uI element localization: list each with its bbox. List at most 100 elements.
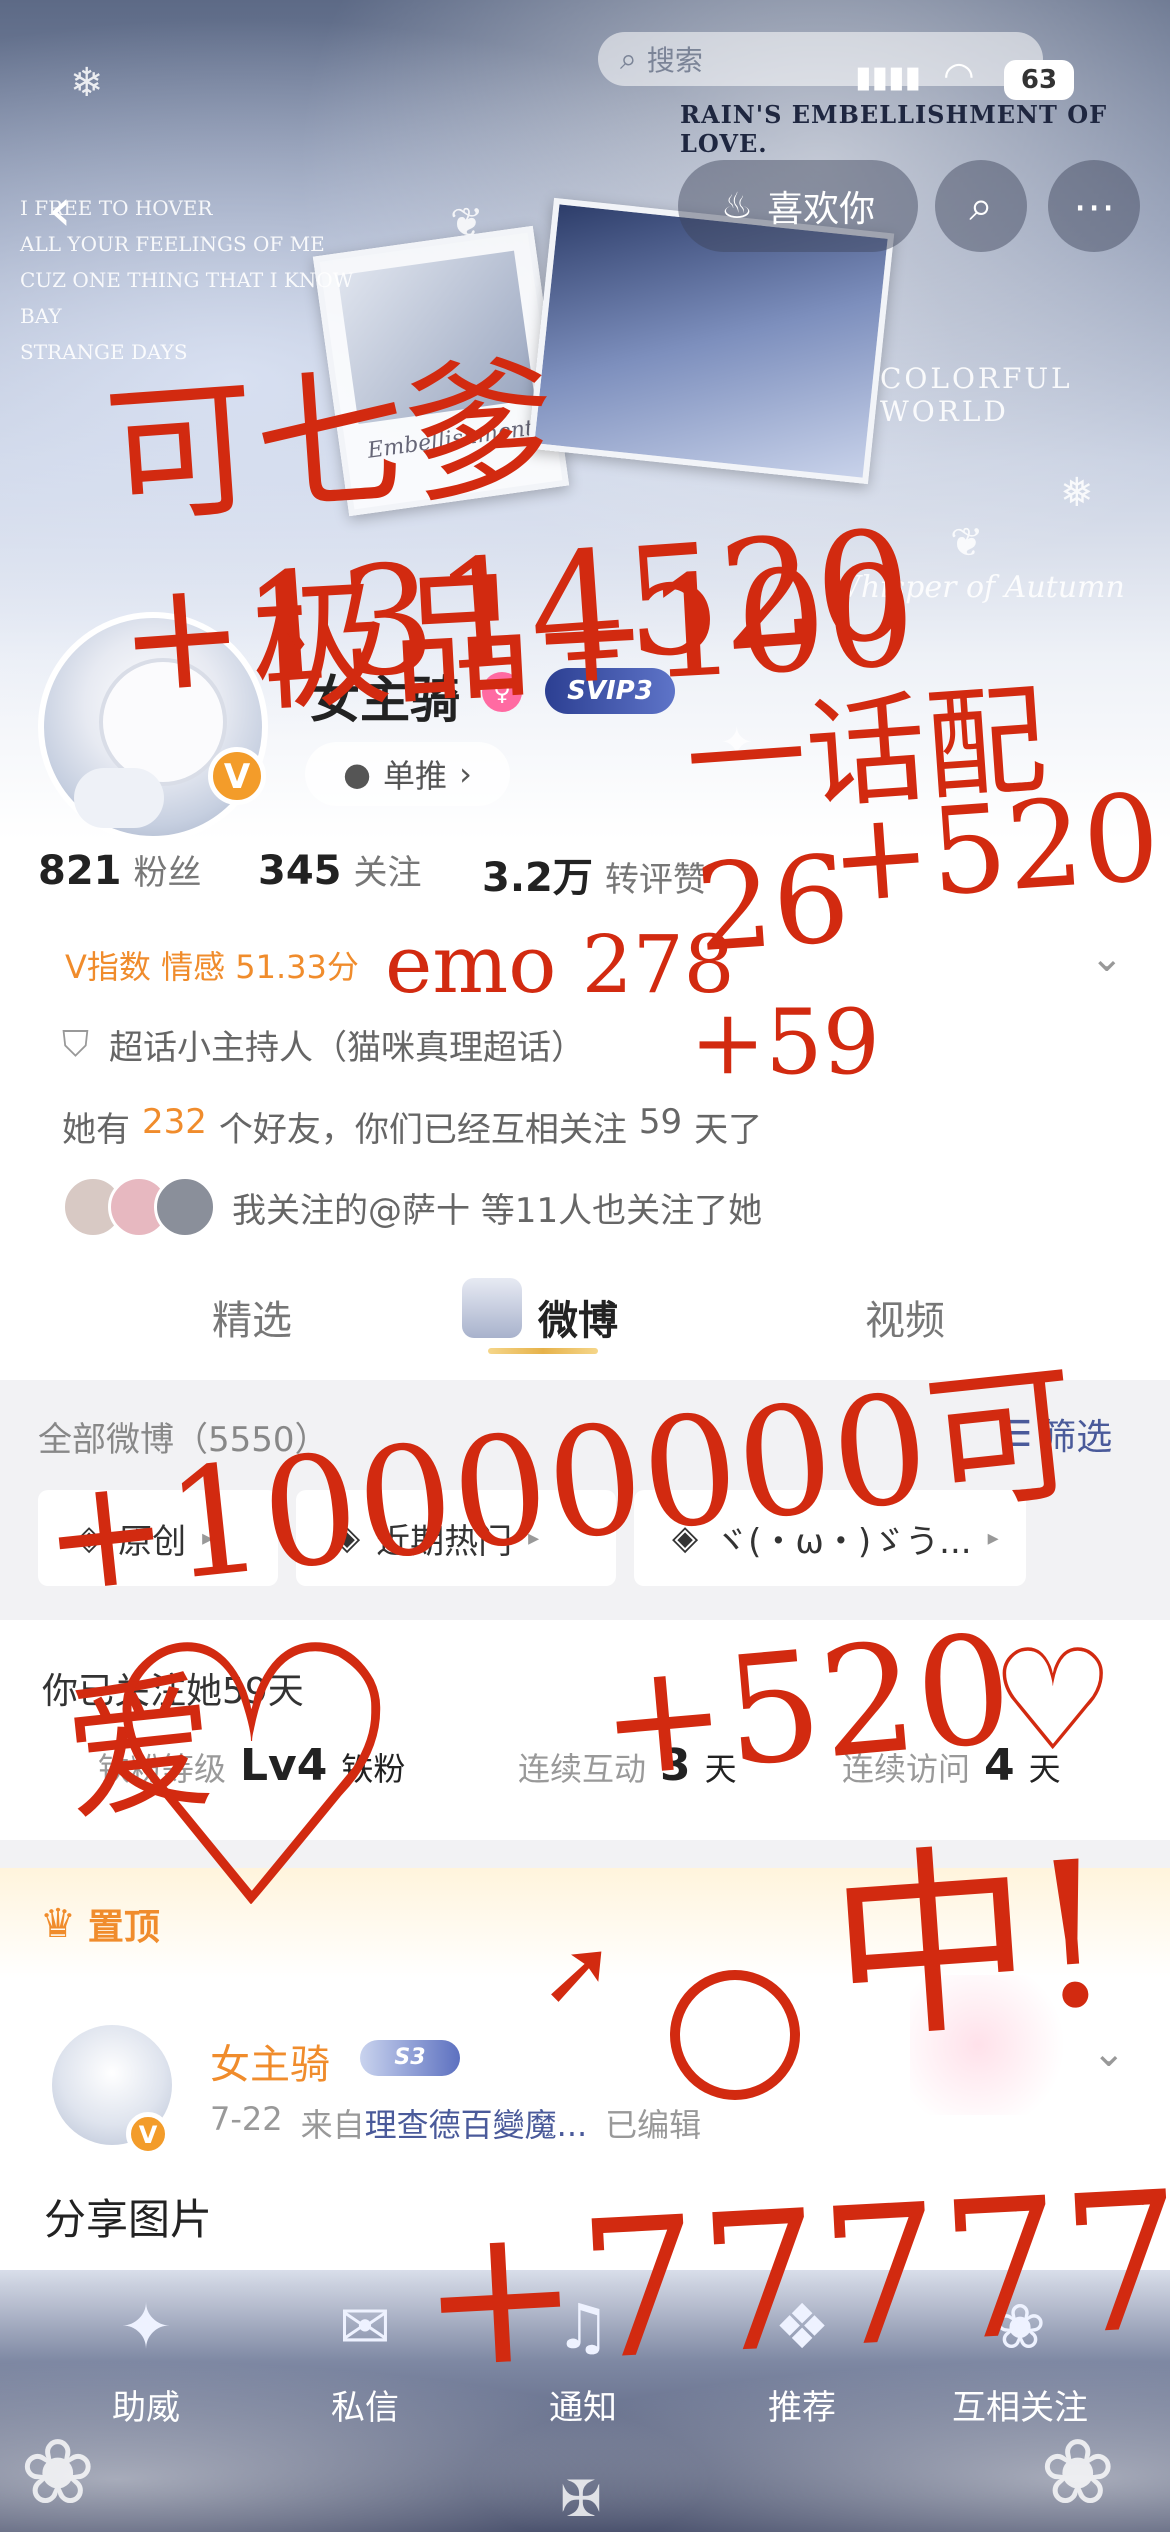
likes-label: 转评赞 <box>604 860 707 900</box>
search-icon: ⌕ <box>620 41 637 77</box>
pinned-label: 置顶 <box>87 1907 160 1948</box>
rose-icon: ❀ <box>20 2420 96 2525</box>
recommend-button[interactable]: 推荐 <box>712 2380 892 2429</box>
snowflake-icon: ❄ <box>70 60 104 106</box>
circle-doodle-icon <box>670 1970 800 2100</box>
back-icon[interactable]: ‹ <box>20 170 100 250</box>
message-button[interactable]: 私信 <box>275 2380 455 2429</box>
caret-right-icon: ▸ <box>987 1525 999 1551</box>
tab-weibo[interactable]: 微博 <box>538 1288 618 1346</box>
filter-chip-hot[interactable]: ◈ 近期热门 ▸ <box>296 1490 616 1586</box>
post-edited: 已编辑 <box>605 2106 702 2144</box>
filter-chip-label: ヾ(・ω・)ゞう... <box>714 1521 972 1562</box>
filter-chip-custom[interactable]: ◈ ヾ(・ω・)ゞう... ▸ <box>634 1490 1026 1586</box>
stat-following[interactable]: 345 关注 <box>258 845 422 894</box>
active-tab-indicator <box>488 1348 598 1354</box>
interaction-label: 连续互动 <box>518 1750 647 1788</box>
chevron-down-icon[interactable]: ⌄ <box>1090 935 1124 981</box>
bow-icon: ❀ <box>994 2290 1046 2363</box>
visit-label: 连续访问 <box>842 1750 971 1788</box>
profile-username: 女主骑 <box>310 671 460 729</box>
filter-button[interactable]: ☰ 筛选 <box>1000 1408 1112 1460</box>
gift-icon: ❖ <box>774 2290 830 2363</box>
like-button[interactable]: ♨ 喜欢你 <box>678 160 918 252</box>
fan-level-label: 铁粉等级 <box>98 1750 227 1788</box>
handwritten-note: emo 278 <box>385 918 735 1011</box>
avatar-bear <box>74 768 164 828</box>
caret-right-icon: ▸ <box>528 1525 540 1551</box>
fan-level-unit: 铁粉 <box>341 1750 406 1788</box>
likes-count: 3.2万 <box>482 855 593 901</box>
more-icon[interactable]: ⋯ <box>1048 160 1140 252</box>
verified-badge-icon: V <box>208 747 266 805</box>
stat-likes[interactable]: 3.2万 转评赞 <box>482 845 707 903</box>
friends-row: 她有 232 个好友，你们已经互相关注 59 天了 <box>62 1102 762 1151</box>
butterfly-icon: ❦ <box>450 200 484 246</box>
envelope-icon: ✉ <box>339 2290 391 2363</box>
following-label: 关注 <box>353 853 422 893</box>
layers-icon: ◈ <box>76 1518 103 1558</box>
layers-icon: ◈ <box>672 1518 699 1558</box>
mutual-unit: 天了 <box>694 1110 763 1150</box>
banner-headline: RAIN'S EMBELLISHMENT OF LOVE. <box>680 100 1108 158</box>
fan-card[interactable]: 你已关注她59天 铁粉等级 Lv4 铁粉 连续互动 3 天 连续访问 4 天 <box>0 1620 1170 1840</box>
search-box[interactable]: ⌕ 搜索 <box>598 32 1043 86</box>
sparkle-icon: ✦ <box>720 720 754 766</box>
mutual-avatars[interactable]: 我关注的@萨十 等11人也关注了她 <box>62 1176 762 1238</box>
filter-chip-original[interactable]: ◈ 原创 ▸ <box>38 1490 278 1586</box>
filter-chip-label: 近期热门 <box>376 1521 513 1562</box>
weibo-tab-icon <box>462 1278 522 1338</box>
post-author[interactable]: 女主骑 <box>210 2032 330 2090</box>
tab-video[interactable]: 视频 <box>865 1288 945 1346</box>
post-date: 7-22 <box>210 2100 283 2138</box>
tab-featured[interactable]: 精选 <box>212 1288 292 1346</box>
star-icon: ✦ <box>120 2290 172 2363</box>
followers-label: 粉丝 <box>133 853 202 893</box>
visit-unit: 天 <box>1028 1750 1061 1788</box>
followers-count: 821 <box>38 848 122 894</box>
verified-badge-icon: V <box>126 2112 170 2156</box>
chevron-down-icon[interactable]: ⌄ <box>1092 2030 1126 2076</box>
caret-right-icon: ▸ <box>202 1525 214 1551</box>
banner-poem-line: BAY <box>20 304 62 328</box>
chevron-right-icon: › <box>459 755 472 793</box>
post-author-badge: S3 <box>360 2040 460 2076</box>
banner-world-text: COLORFUL WORLD <box>880 362 1073 428</box>
avatar[interactable] <box>38 612 268 842</box>
profile-title: 超话小主持人（猫咪真理超话） <box>109 1028 586 1068</box>
notify-button[interactable]: 通知 <box>493 2380 673 2429</box>
post-sticker-image <box>910 1975 1080 2115</box>
like-label: 喜欢你 <box>767 189 876 230</box>
visit-value: 4 <box>984 1740 1015 1791</box>
signal-icon: ▮▮▮▮ <box>855 60 922 95</box>
post-meta: 7-22 来自理查德百變魔... 已编辑 <box>210 2100 701 2146</box>
following-count: 345 <box>258 848 342 894</box>
butterfly-icon: ❦ <box>950 520 984 566</box>
pinned-band: ♛ 置顶 <box>0 1868 1170 1978</box>
female-icon: ♀ <box>482 672 522 712</box>
snowflake-icon: ❅ <box>1060 470 1094 516</box>
fan-level-value: Lv4 <box>240 1740 328 1791</box>
bottom-action-bar: ✦ ✉ ♫ ❖ ❀ 助威 私信 通知 推荐 互相关注 ❀ ❀ ✠ <box>0 2270 1170 2532</box>
filter-icon: ☰ <box>1000 1413 1033 1455</box>
shield-icon: ⛉ <box>62 1023 90 1065</box>
banner-poem-line: CUZ ONE THING THAT I KNOW <box>20 268 354 292</box>
title-row[interactable]: ⛉ 超话小主持人（猫咪真理超话） <box>62 1020 585 1069</box>
crown-icon: ♛ <box>40 1901 76 1947</box>
stat-followers[interactable]: 821 粉丝 <box>38 845 202 894</box>
interaction-unit: 天 <box>704 1750 737 1788</box>
search-icon[interactable]: ⌕ <box>935 160 1027 252</box>
cross-icon: ✠ <box>560 2470 602 2528</box>
section-divider <box>0 1840 1170 1868</box>
banner-side-text: Whisper of Autumn <box>830 570 1125 605</box>
banner-poem-line: STRANGE DAYS <box>20 340 188 364</box>
interaction-value: 3 <box>660 1740 691 1791</box>
layers-icon: ◈ <box>334 1518 361 1558</box>
fan-label-button[interactable]: ● 单推 › <box>305 742 510 806</box>
svip-badge[interactable]: SVIP3 <box>545 668 675 714</box>
visit-streak: 连续访问 4 天 <box>842 1740 1061 1791</box>
post-source[interactable]: 理查德百變魔... <box>365 2106 588 2144</box>
handwritten-note: +59 <box>690 990 880 1095</box>
v-index[interactable]: V指数 情感 51.33分 <box>65 942 359 988</box>
pinned-tag: ♛ 置顶 <box>40 1898 160 1950</box>
